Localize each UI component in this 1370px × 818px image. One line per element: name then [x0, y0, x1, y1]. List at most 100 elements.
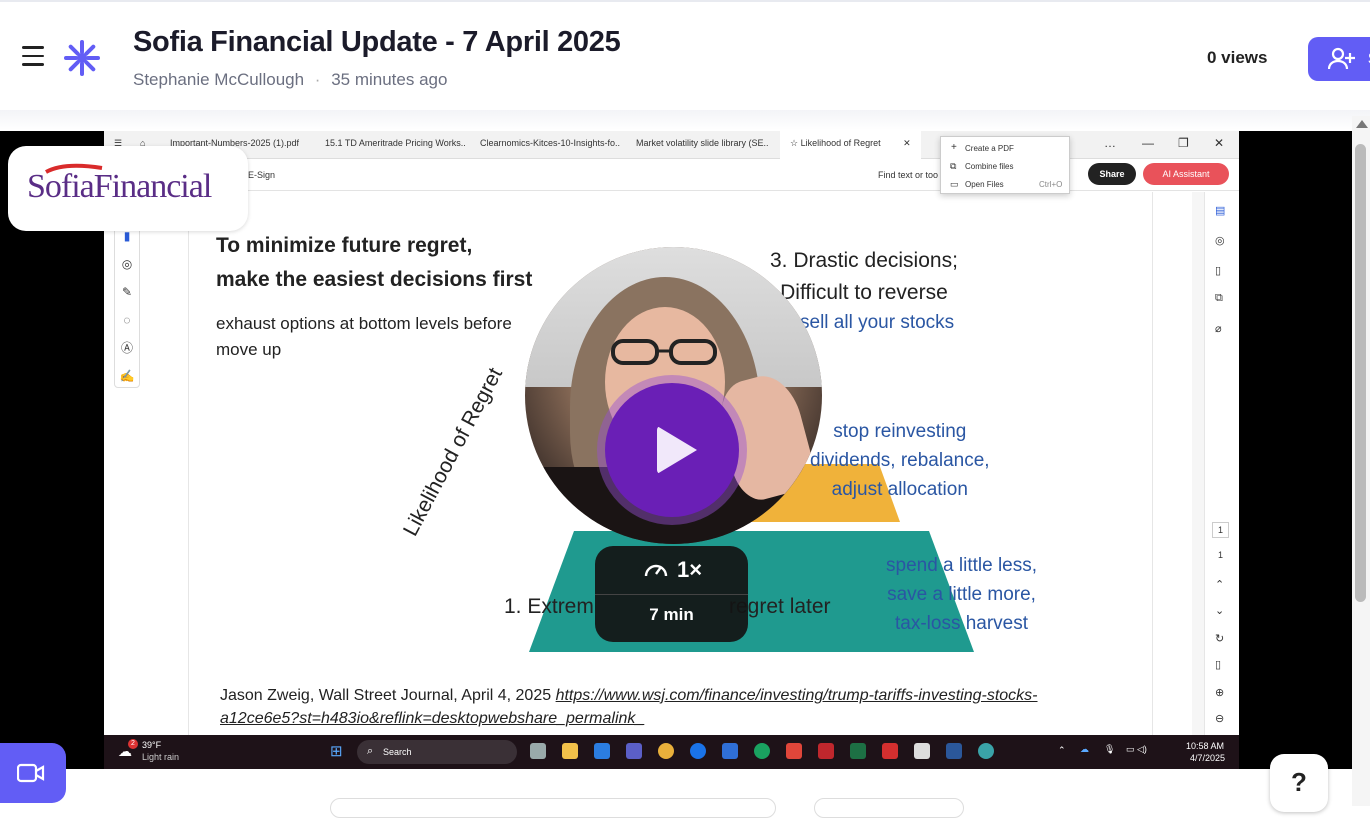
page-up-icon[interactable]: ⌃ — [1215, 578, 1224, 591]
brand-logo-icon[interactable] — [62, 38, 102, 78]
slide-heading: To minimize future regret, make the easi… — [216, 229, 532, 297]
slide-subtext: exhaust options at bottom levels before … — [216, 311, 556, 363]
invite-button[interactable]: S — [1308, 37, 1370, 81]
acrobat-icon[interactable] — [882, 743, 898, 759]
level3-action: sell all your stocks — [800, 312, 955, 333]
slide-subtext-line: exhaust options at bottom levels before — [216, 314, 512, 333]
divider — [595, 594, 748, 595]
excel-icon[interactable] — [850, 743, 866, 759]
esign-button[interactable]: E-Sign — [248, 170, 275, 180]
app-icon[interactable] — [722, 743, 738, 759]
lasso-tool-icon[interactable]: ◌ — [115, 306, 139, 334]
bookmark-icon[interactable]: ▯ — [1215, 264, 1221, 277]
taskbar-search[interactable]: ⌕ Search — [357, 740, 517, 764]
comments-icon[interactable]: ◎ — [1215, 234, 1225, 247]
menu-item-create-pdf[interactable]: Create a PDF — [965, 144, 1014, 153]
glasses-icon — [611, 339, 717, 365]
play-button[interactable] — [605, 383, 739, 517]
app-icon[interactable] — [978, 743, 994, 759]
sign-tool-icon[interactable]: ✍ — [115, 362, 139, 390]
citation-link[interactable]: a12ce6e5?st=h483io&reflink=desktopwebsha… — [220, 710, 644, 727]
playback-info[interactable]: 1× 7 min — [595, 546, 748, 642]
search-icon: ⌕ — [367, 745, 374, 757]
citation-link[interactable]: https://www.wsj.com/finance/investing/tr… — [556, 687, 1038, 704]
brand-overlay: SofiaFinancial — [8, 146, 248, 231]
file-menu: + Create a PDF ⧉ Combine files ▭ Open Fi… — [940, 136, 1070, 194]
rotate-icon[interactable]: ↻ — [1215, 632, 1224, 645]
onedrive-icon[interactable]: ☁ — [1080, 744, 1089, 755]
slide-heading-line: make the easiest decisions first — [216, 268, 533, 291]
ai-assistant-button[interactable]: AI Assistant — [1143, 163, 1229, 185]
app-icon[interactable] — [914, 743, 930, 759]
combine-icon: ⧉ — [950, 161, 957, 171]
video-meta: Stephanie McCullough · 35 minutes ago — [133, 70, 447, 90]
ai-panel-icon[interactable]: ▤ — [1215, 204, 1225, 217]
comment-tool-icon[interactable]: ◎ — [115, 250, 139, 278]
weather-badge: 2 — [128, 739, 138, 749]
browser-tab[interactable]: Market volatility slide library (SE.. — [636, 138, 769, 148]
video-title: Sofia Financial Update - 7 April 2025 — [133, 26, 621, 58]
minimize-icon[interactable]: — — [1142, 136, 1154, 150]
level2-actions: stop reinvesting dividends, rebalance, a… — [810, 417, 990, 504]
clock-date[interactable]: 4/7/2025 — [1190, 753, 1225, 763]
close-icon[interactable]: ✕ — [1214, 136, 1224, 150]
level2-line: adjust allocation — [831, 479, 968, 500]
mic-icon[interactable]: 🎙 — [1104, 744, 1115, 755]
page-fit-icon[interactable]: ▯ — [1215, 658, 1221, 671]
browser-tab[interactable]: Clearnomics-Kitces-10-Insights-fo.. — [480, 138, 620, 148]
menu-item-open[interactable]: Open Files — [965, 180, 1004, 189]
help-button[interactable]: ? — [1270, 754, 1328, 812]
zoom-in-icon[interactable]: ⊕ — [1215, 686, 1224, 699]
windows-taskbar: ☁ 2 39°F Light rain ⊞ ⌕ Search ⌃ ☁ 🎙 ▭ ◁… — [104, 735, 1239, 769]
file-explorer-icon[interactable] — [562, 743, 578, 759]
scroll-up-icon[interactable] — [1356, 120, 1368, 128]
app-icon[interactable] — [754, 743, 770, 759]
view-count[interactable]: 0 views — [1207, 48, 1268, 68]
taskview-icon[interactable] — [530, 743, 546, 759]
pen-tool-icon[interactable]: ✎ — [115, 278, 139, 306]
chrome-icon[interactable] — [658, 743, 674, 759]
word-icon[interactable] — [946, 743, 962, 759]
author-name[interactable]: Stephanie McCullough — [133, 70, 304, 89]
level1-label-left: 1. Extrem — [504, 595, 594, 618]
text-tool-icon[interactable]: Ⓐ — [115, 334, 139, 362]
brand-logo-text: SofiaFinancial — [27, 168, 212, 205]
browser-tab[interactable]: 15.1 TD Ameritrade Pricing Works.. — [325, 138, 466, 148]
page-down-icon[interactable]: ⌄ — [1215, 604, 1224, 617]
bottom-action-chip[interactable] — [330, 798, 776, 818]
browser-tab-active[interactable]: ☆ Likelihood of Regret ✕ — [780, 131, 921, 159]
menu-item-combine[interactable]: Combine files — [965, 162, 1013, 171]
timestamp: 35 minutes ago — [331, 70, 448, 89]
scroll-thumb[interactable] — [1355, 144, 1366, 602]
pages-icon[interactable]: ⧉ — [1215, 292, 1223, 305]
menu-icon[interactable] — [22, 46, 44, 66]
clock-time[interactable]: 10:58 AM — [1186, 741, 1224, 751]
attachment-icon[interactable]: ⌀ — [1215, 322, 1222, 335]
find-input[interactable]: Find text or too — [878, 170, 938, 180]
playback-speed[interactable]: 1× — [677, 557, 702, 583]
weather-temp: 39°F — [142, 740, 162, 750]
page-scrollbar[interactable] — [1352, 116, 1370, 806]
teams-icon[interactable] — [626, 743, 642, 759]
shortcut-label: Ctrl+O — [1039, 180, 1063, 189]
page-number-input[interactable]: 1 — [1212, 522, 1230, 538]
outlook-icon[interactable] — [594, 743, 610, 759]
share-button[interactable]: Share — [1088, 163, 1136, 185]
citation-source: Jason Zweig, Wall Street Journal, April … — [220, 687, 556, 704]
windows-start-icon[interactable]: ⊞ — [330, 742, 343, 760]
app-icon[interactable] — [786, 743, 802, 759]
zoom-app-icon[interactable] — [690, 743, 706, 759]
video-duration: 7 min — [649, 605, 694, 624]
more-icon[interactable]: … — [1104, 136, 1116, 150]
zoom-out-icon[interactable]: ⊖ — [1215, 712, 1224, 725]
citation: Jason Zweig, Wall Street Journal, April … — [220, 684, 1120, 730]
network-volume-icon[interactable]: ▭ ◁) — [1126, 744, 1147, 755]
slide-heading-line: To minimize future regret, — [216, 234, 473, 257]
bottom-action-chip[interactable] — [814, 798, 964, 818]
level1-label: 1. Extrem regret later — [504, 595, 831, 619]
maximize-icon[interactable]: ❐ — [1178, 136, 1189, 150]
record-button[interactable] — [0, 743, 66, 803]
tray-chevron-icon[interactable]: ⌃ — [1058, 745, 1066, 756]
pdf-scrollbar[interactable] — [1192, 192, 1204, 769]
mcafee-icon[interactable] — [818, 743, 834, 759]
